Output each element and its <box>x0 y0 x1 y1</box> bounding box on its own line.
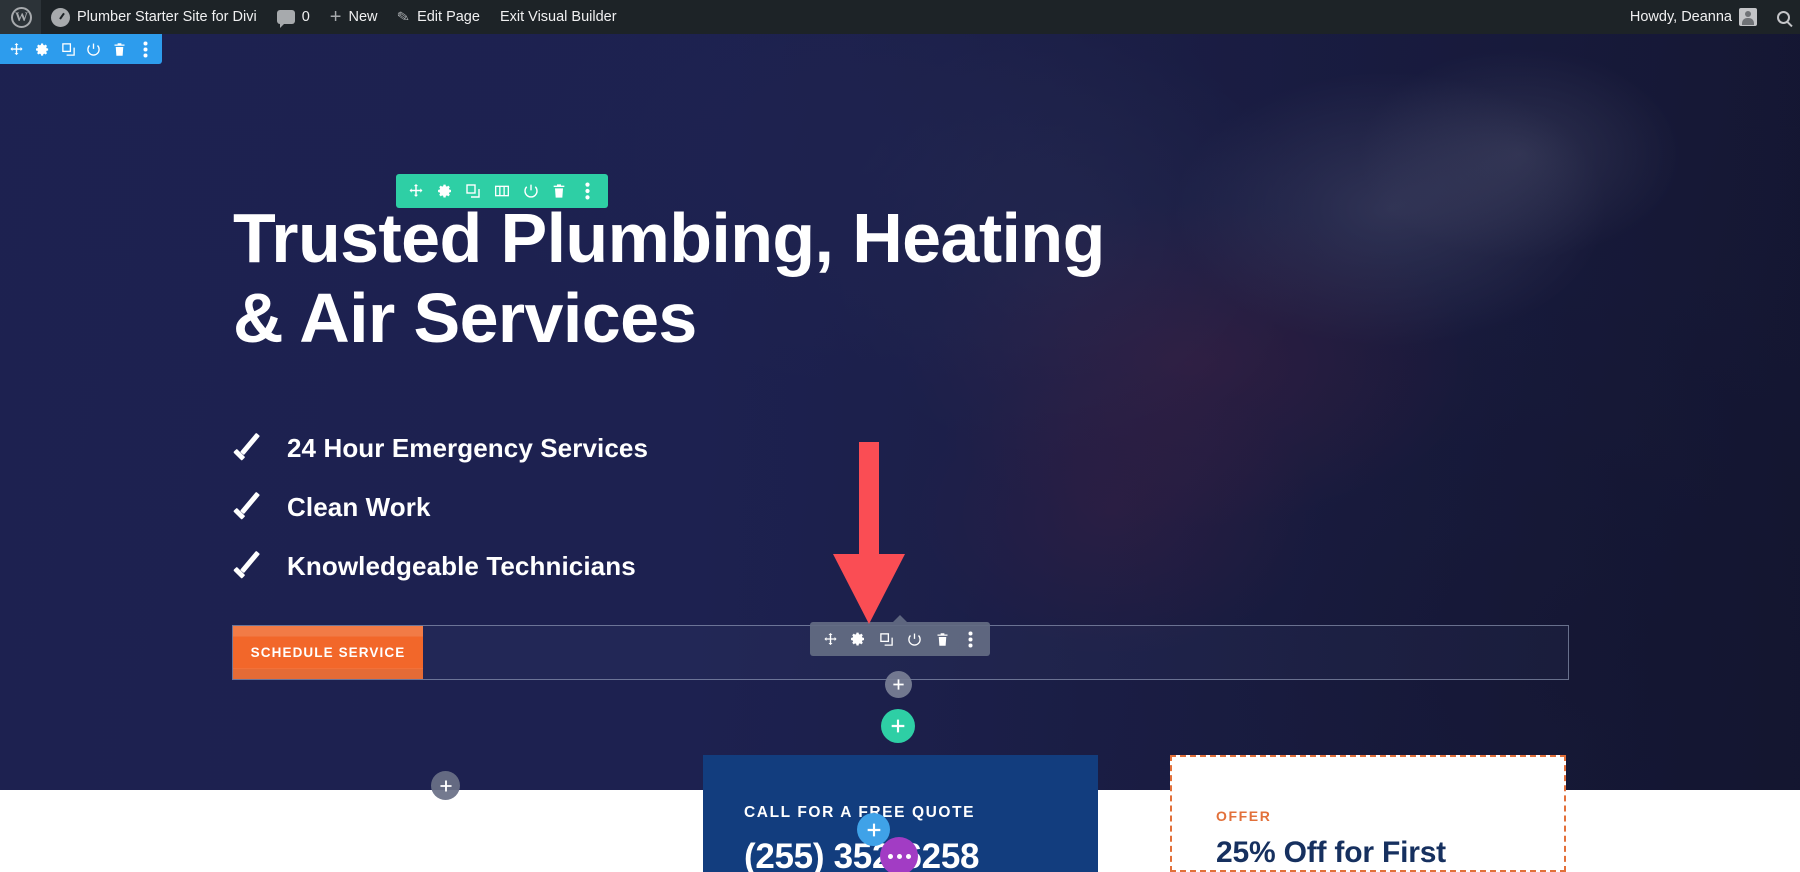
page-title: Trusted Plumbing, Heating & Air Services <box>233 199 1105 357</box>
comment-icon <box>276 10 295 28</box>
row-toolbar[interactable] <box>396 174 608 208</box>
admin-search-button[interactable] <box>1767 0 1800 34</box>
edit-page-button[interactable]: ✎ Edit Page <box>387 0 489 34</box>
gear-icon[interactable] <box>30 34 56 64</box>
schedule-service-button[interactable]: SCHEDULE SERVICE <box>233 626 423 679</box>
add-section-button[interactable] <box>881 709 915 743</box>
section-toolbar[interactable] <box>0 34 162 64</box>
more-options-icon[interactable] <box>956 622 984 656</box>
trash-icon[interactable] <box>107 34 133 64</box>
check-icon <box>233 491 267 525</box>
pencil-icon: ✎ <box>396 8 412 27</box>
search-icon <box>1777 10 1790 24</box>
exit-visual-builder-label: Exit Visual Builder <box>499 9 617 25</box>
add-row-button[interactable] <box>885 671 912 698</box>
wp-admin-bar: Plumber Starter Site for Divi 0 + New ✎ … <box>0 0 1800 34</box>
comments-button[interactable]: 0 <box>267 0 320 34</box>
check-icon <box>233 432 267 466</box>
edit-page-label: Edit Page <box>417 9 480 25</box>
comments-count: 0 <box>301 9 310 25</box>
list-item: Knowledgeable Technicians <box>233 537 648 596</box>
add-module-button-quote[interactable] <box>857 813 890 846</box>
down-arrow-annotation <box>833 442 905 629</box>
new-label: New <box>348 9 378 25</box>
duplicate-icon[interactable] <box>55 34 81 64</box>
new-content-button[interactable]: + New <box>320 0 388 34</box>
exit-visual-builder-button[interactable]: Exit Visual Builder <box>490 0 627 34</box>
visual-builder-canvas: Trusted Plumbing, Heating & Air Services… <box>0 34 1800 872</box>
disable-icon[interactable] <box>516 174 545 208</box>
feature-label: 24 Hour Emergency Services <box>287 433 649 463</box>
move-icon[interactable] <box>402 174 431 208</box>
list-item: 24 Hour Emergency Services <box>233 419 648 478</box>
more-options-icon[interactable] <box>573 174 602 208</box>
avatar <box>1739 8 1757 26</box>
more-options-icon[interactable] <box>132 34 158 64</box>
list-item: Clean Work <box>233 478 648 537</box>
site-name-button[interactable]: Plumber Starter Site for Divi <box>41 0 267 34</box>
trash-icon[interactable] <box>545 174 574 208</box>
feature-list: 24 Hour Emergency Services Clean Work Kn… <box>233 419 648 596</box>
dashboard-icon <box>51 7 70 27</box>
howdy-label: Howdy, Deanna <box>1629 9 1732 25</box>
columns-icon[interactable] <box>488 174 517 208</box>
add-module-button-left[interactable] <box>431 771 460 800</box>
more-options-icon <box>887 853 911 859</box>
offer-title: 25% Off for First <box>1216 836 1446 869</box>
feature-label: Clean Work <box>287 492 431 522</box>
check-icon <box>233 550 267 584</box>
gear-icon[interactable] <box>431 174 460 208</box>
phone-number: (255) 352-6258 <box>744 837 980 872</box>
duplicate-icon[interactable] <box>459 174 488 208</box>
module-options-button[interactable] <box>880 837 918 872</box>
trash-icon[interactable] <box>928 622 956 656</box>
feature-label: Knowledgeable Technicians <box>287 551 636 581</box>
plus-icon: + <box>329 6 342 28</box>
wp-logo-button[interactable] <box>0 0 41 34</box>
move-icon[interactable] <box>4 34 30 64</box>
offer-tag: OFFER <box>1216 808 1272 824</box>
wordpress-logo-icon <box>11 6 32 28</box>
howdy-user-menu[interactable]: Howdy, Deanna <box>1620 0 1767 34</box>
disable-icon[interactable] <box>81 34 107 64</box>
site-name-label: Plumber Starter Site for Divi <box>77 9 257 25</box>
offer-card[interactable]: OFFER 25% Off for First <box>1170 755 1566 872</box>
